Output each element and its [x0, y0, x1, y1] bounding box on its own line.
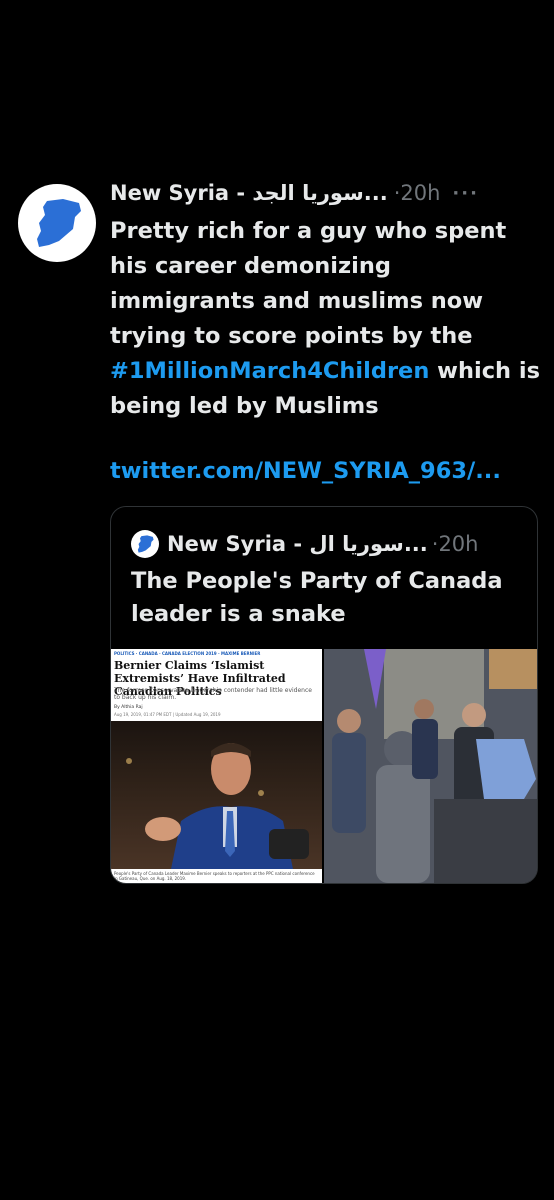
article-photo [111, 721, 322, 869]
timestamp[interactable]: ·20h [394, 181, 441, 205]
syria-map-icon [137, 535, 154, 553]
article-categories: POLITICS · CANADA · CANADA ELECTION 2019… [114, 651, 261, 656]
tweet-link[interactable]: twitter.com/NEW_SYRIA_963/... [110, 458, 550, 484]
display-name[interactable]: New Syria - سوريا الجد... [110, 181, 388, 205]
quote-header: New Syria - سوريا ال... ·20h [131, 527, 527, 561]
tweet-header: New Syria - سوريا الجد... ·20h ··· [110, 176, 544, 210]
quote-display-name: New Syria - سوريا ال... [167, 532, 428, 556]
profile-avatar[interactable] [18, 184, 96, 262]
quote-text: The People's Party of Canada leader is a… [131, 568, 503, 627]
tweet-text: Pretty rich for a guy who spent his care… [110, 214, 540, 424]
quote-media[interactable]: POLITICS · CANADA · CANADA ELECTION 2019… [111, 649, 537, 883]
speaker-photo [126, 743, 309, 869]
syria-map-icon [37, 199, 81, 247]
article-date: Aug 19, 2019, 01:47 PM EDT | Updated Aug… [114, 712, 221, 717]
article-screenshot-image[interactable]: POLITICS · CANADA · CANADA ELECTION 2019… [111, 649, 322, 883]
tweet-text-start: Pretty rich for a guy who spent his care… [110, 218, 507, 349]
hashtag-link[interactable]: #1MillionMarch4Children [110, 358, 429, 384]
crowd-photo [324, 649, 537, 883]
quote-avatar[interactable] [131, 530, 159, 558]
article-caption: People's Party of Canada Leader Maxime B… [114, 871, 315, 881]
article-subhead: The former Conservative leadership conte… [114, 687, 312, 701]
article-byline: By Althia Raj [114, 705, 143, 710]
march-crowd-photo[interactable] [324, 649, 537, 883]
quoted-tweet[interactable]: New Syria - سوريا ال... ·20h The People'… [110, 506, 538, 884]
more-options-icon[interactable]: ··· [452, 183, 479, 204]
quote-timestamp: ·20h [431, 532, 479, 556]
